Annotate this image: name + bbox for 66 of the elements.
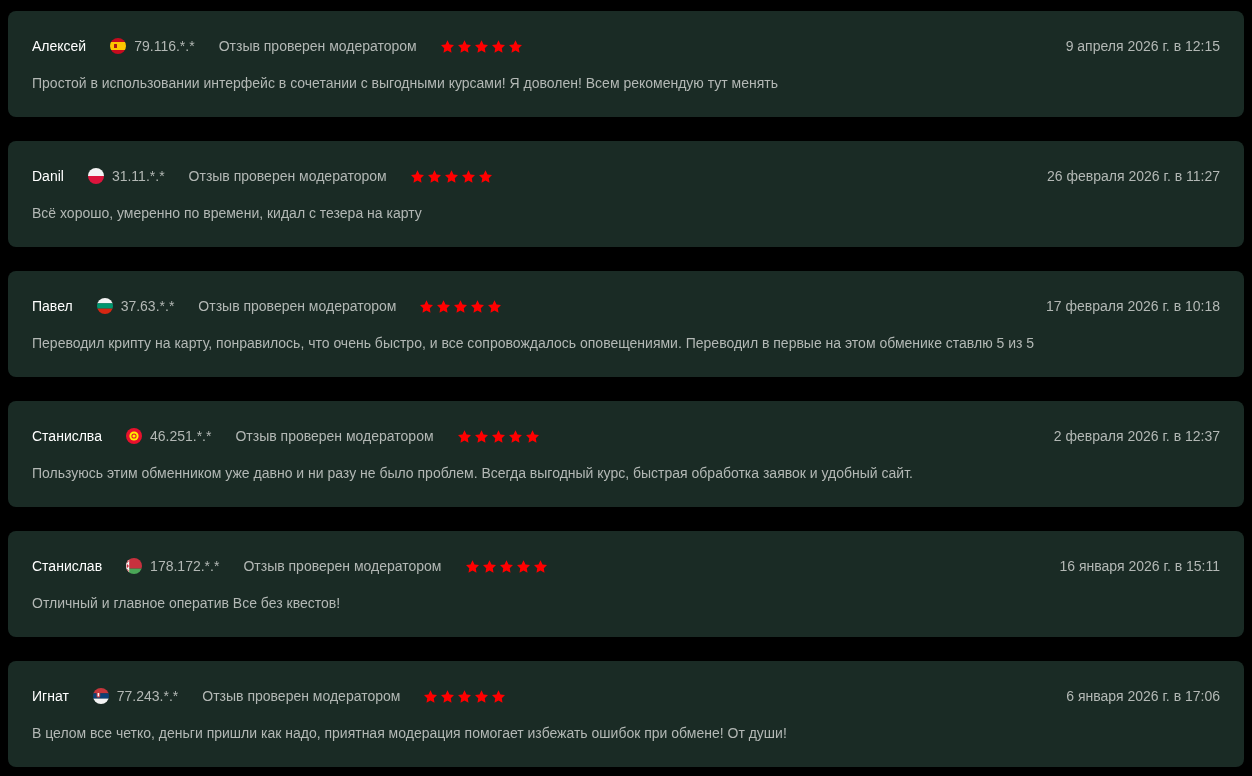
- poland-flag-icon: [87, 168, 104, 184]
- filled-star-icon: [440, 39, 454, 53]
- verified-label: Отзыв проверен модератором: [243, 557, 442, 576]
- verified-label: Отзыв проверен модератором: [218, 37, 417, 56]
- filled-star-icon: [410, 169, 424, 183]
- review-date: 6 января 2026 г. в 17:06: [1066, 687, 1220, 706]
- filled-star-icon: [427, 169, 441, 183]
- author-name: Алексей: [32, 37, 87, 56]
- filled-star-icon: [516, 559, 530, 573]
- review-date: 17 февраля 2026 г. в 10:18: [1046, 297, 1220, 316]
- ip-address: 31.11.*.*: [111, 167, 165, 186]
- filled-star-icon: [499, 559, 513, 573]
- filled-star-icon: [420, 299, 434, 313]
- filled-star-icon: [474, 429, 488, 443]
- filled-star-icon: [454, 299, 468, 313]
- filled-star-icon: [508, 429, 522, 443]
- filled-star-icon: [444, 169, 458, 183]
- filled-star-icon: [533, 559, 547, 573]
- review-text: Переводил крипту на карту, понравилось, что очень быстро, и все сопровождалось оповещениями. Переводил в первые на этом обменике ставлю 5 из 5: [32, 334, 1036, 353]
- filled-star-icon: [482, 559, 496, 573]
- verified-label: Отзыв проверен модератором: [202, 687, 401, 706]
- filled-star-icon: [508, 39, 522, 53]
- filled-star-icon: [525, 429, 539, 443]
- filled-star-icon: [471, 299, 485, 313]
- kyrgyzstan-flag-icon: [125, 428, 142, 444]
- belarus-flag-icon: [126, 558, 143, 574]
- review-date: 9 апреля 2026 г. в 12:15: [1065, 37, 1220, 56]
- serbia-flag-icon: [92, 688, 109, 704]
- verified-label: Отзыв проверен модератором: [188, 167, 387, 186]
- review-date: 2 февраля 2026 г. в 12:37: [1053, 427, 1220, 446]
- filled-star-icon: [478, 169, 492, 183]
- filled-star-icon: [474, 39, 488, 53]
- ip-address: 46.251.*.*: [149, 427, 212, 446]
- spain-flag-icon: [110, 38, 127, 54]
- filled-star-icon: [465, 559, 479, 573]
- bulgaria-flag-icon: [96, 298, 113, 314]
- review-text: В целом все четко, деньги пришли как надо, приятная модерация помогает избежать ошибок при обмене! От души!: [32, 724, 788, 743]
- review-text: Отличный и главное оператив Все без квестов!: [32, 594, 342, 613]
- review-date: 16 января 2026 г. в 15:11: [1059, 557, 1220, 576]
- filled-star-icon: [424, 689, 438, 703]
- filled-star-icon: [441, 689, 455, 703]
- review-date: 26 февраля 2026 г. в 11:27: [1047, 167, 1220, 186]
- review-text: Всё хорошо, умеренно по времени, кидал с тезера на карту: [32, 204, 423, 223]
- verified-label: Отзыв проверен модератором: [198, 297, 397, 316]
- verified-label: Отзыв проверен модератором: [235, 427, 434, 446]
- author-name: Павел: [32, 297, 73, 316]
- filled-star-icon: [492, 689, 506, 703]
- ip-address: 178.172.*.*: [150, 557, 220, 576]
- filled-star-icon: [457, 429, 471, 443]
- filled-star-icon: [475, 689, 489, 703]
- author-name: Станислав: [32, 557, 103, 576]
- author-name: Станислва: [32, 427, 102, 446]
- review-text: Простой в использовании интерфейс в сочетании с выгодными курсами! Я доволен! Всем рекомендую тут менять: [32, 74, 780, 93]
- author-name: Danil: [32, 167, 64, 186]
- filled-star-icon: [457, 39, 471, 53]
- filled-star-icon: [491, 39, 505, 53]
- ip-address: 77.243.*.*: [116, 687, 179, 706]
- review-text: Пользуюсь этим обменником уже давно и ни разу не было проблем. Всегда выгодный курс, быстрая обработка заявок и удобный сайт.: [32, 464, 914, 483]
- filled-star-icon: [461, 169, 475, 183]
- ip-address: 37.63.*.*: [120, 297, 175, 316]
- filled-star-icon: [488, 299, 502, 313]
- filled-star-icon: [491, 429, 505, 443]
- filled-star-icon: [437, 299, 451, 313]
- author-name: Игнат: [32, 687, 69, 706]
- ip-address: 79.116.*.*: [134, 37, 195, 56]
- filled-star-icon: [458, 689, 472, 703]
